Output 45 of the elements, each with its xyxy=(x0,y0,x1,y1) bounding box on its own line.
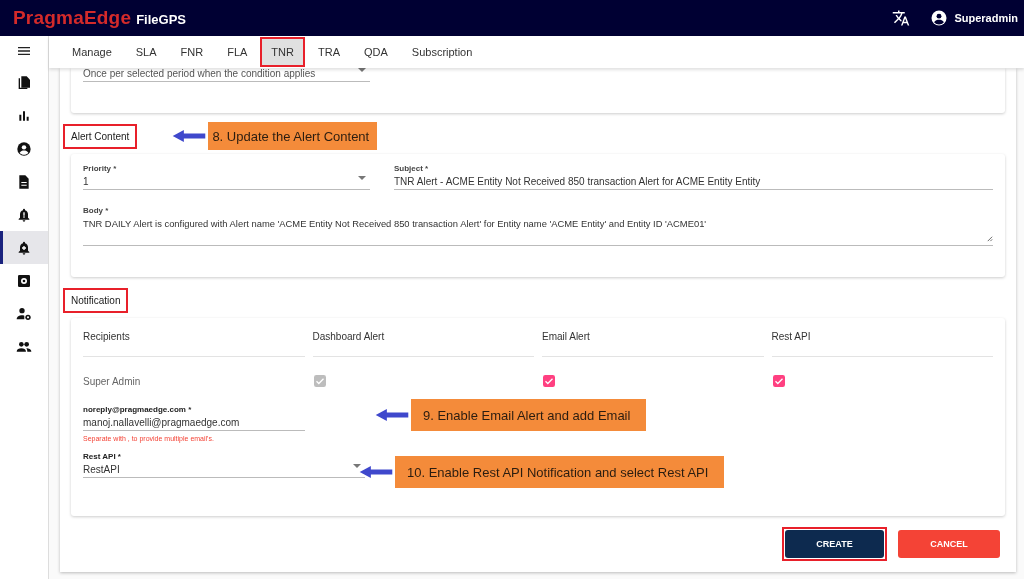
tab[interactable]: TRA xyxy=(306,37,351,67)
tab[interactable]: Manage xyxy=(61,37,123,67)
subject-field[interactable]: Subject * TNR Alert - ACME Entity Not Received 850 transaction Alert for ACME Entity Entity xyxy=(394,164,993,190)
tab[interactable]: QDA xyxy=(352,37,399,67)
bell-icon xyxy=(16,206,32,223)
brand-logo: PragmaEdge xyxy=(13,7,132,29)
account-icon xyxy=(16,140,32,157)
user-name[interactable]: Superadmin xyxy=(954,12,1018,24)
frequency-select[interactable]: Once per selected period when the condition applies xyxy=(83,68,370,82)
tab[interactable]: TNR xyxy=(260,37,305,67)
cancel-button[interactable]: CANCEL xyxy=(898,530,1000,558)
dropdown-arrow-icon xyxy=(358,176,366,180)
email-field[interactable]: noreply@pragmaedge.com * manoj.nallavelli@pragmaedge.com xyxy=(83,405,305,431)
callout: 10. Enable Rest API Notification and select Rest API xyxy=(395,456,725,488)
tab[interactable]: FNR xyxy=(169,37,215,67)
column-header: Recipients xyxy=(83,331,305,357)
column-header: Email Alert xyxy=(542,331,764,357)
user-settings-icon xyxy=(16,305,32,322)
create-button[interactable]: CREATE xyxy=(785,530,884,558)
rest-api-select[interactable]: Rest API * RestAPI xyxy=(83,452,365,478)
column-header: Rest API xyxy=(771,331,993,357)
section-title: Alert Content xyxy=(63,123,138,149)
body-field[interactable]: Body * TNR DAILY Alert is configured with Alert name 'ACME Entity Not Received 850 transaction Alert' for Entity name 'ACME Entity' and Entity ID 'ACME01' xyxy=(83,206,993,246)
checked-checkbox[interactable] xyxy=(543,375,555,387)
recipient-name: Super Admin xyxy=(83,375,141,387)
dropdown-arrow-icon xyxy=(358,68,366,72)
account-icon[interactable] xyxy=(930,9,949,27)
checked-checkbox[interactable] xyxy=(772,375,785,387)
tab[interactable]: SLA xyxy=(124,37,168,67)
translate-icon[interactable] xyxy=(892,9,911,27)
bell-plus-icon xyxy=(16,239,32,256)
column-header: Dashboard Alert xyxy=(312,331,534,357)
priority-select[interactable]: Priority * 1 xyxy=(83,164,370,190)
document-icon xyxy=(16,173,32,190)
product-name: FileGPS xyxy=(136,12,186,27)
tab[interactable]: Subscription xyxy=(400,37,484,67)
callout: 9. Enable Email Alert and add Email xyxy=(411,399,647,431)
sidebar-item[interactable] xyxy=(0,231,48,264)
section-title: Notification xyxy=(63,287,129,313)
copy-icon xyxy=(16,74,32,91)
tab[interactable]: FLA xyxy=(216,37,259,67)
gear-icon xyxy=(16,272,32,289)
dropdown-arrow-icon xyxy=(353,464,361,468)
callout: 8. Update the Alert Content xyxy=(208,122,378,150)
resize-handle-icon[interactable] xyxy=(986,235,993,242)
